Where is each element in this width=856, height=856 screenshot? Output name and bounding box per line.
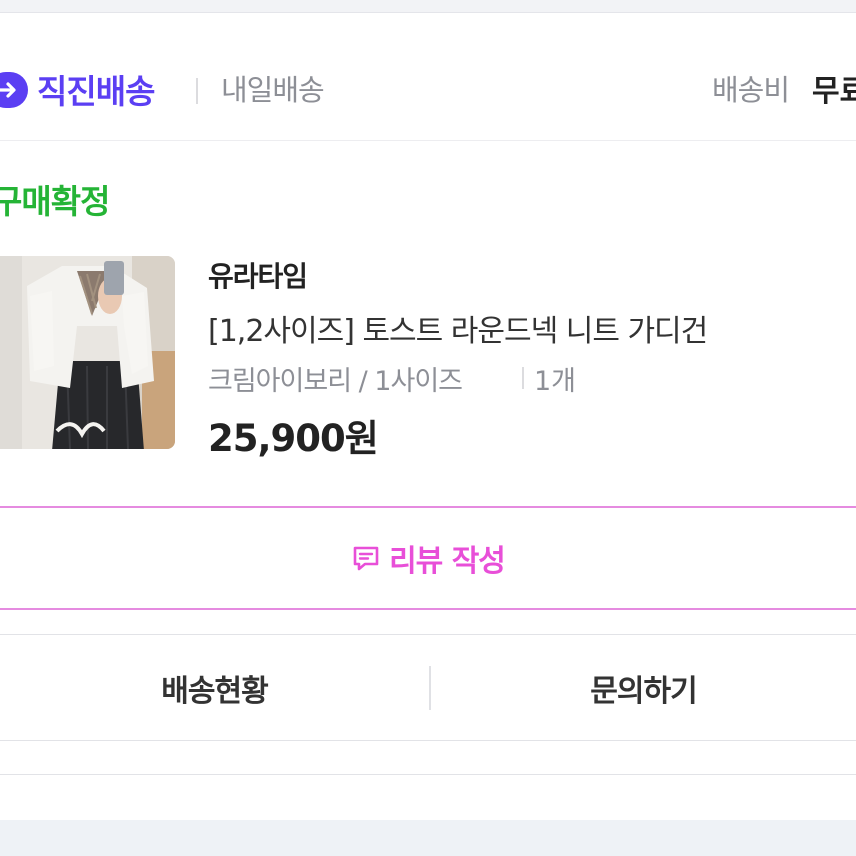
delivery-info-row: 직진배송 내일배송 배송비 무료 xyxy=(0,14,856,140)
top-spacer xyxy=(0,0,856,12)
divider xyxy=(196,78,198,104)
order-status: 구매확정 xyxy=(0,182,110,221)
divider xyxy=(522,367,524,389)
product-name[interactable]: [1,2사이즈] 토스트 라운드넥 니트 가디건 xyxy=(208,306,708,350)
product-thumbnail[interactable] xyxy=(0,256,175,449)
inquiry-button[interactable]: 문의하기 xyxy=(431,635,856,740)
shop-name[interactable]: 유라타임 xyxy=(208,255,308,295)
write-review-label: 리뷰 작성 xyxy=(389,544,506,579)
bottom-spacer xyxy=(0,820,856,856)
write-review-button[interactable]: 리뷰 작성 xyxy=(0,506,856,610)
divider xyxy=(0,140,856,141)
product-option: 크림아이보리 / 1사이즈 xyxy=(208,366,463,397)
product-quantity: 1개 xyxy=(534,366,577,397)
divider xyxy=(0,774,856,775)
order-action-row: 배송현황 문의하기 xyxy=(0,635,856,740)
shipping-fee-value: 무료 xyxy=(812,74,856,109)
product-price: 25,900원 xyxy=(208,417,379,460)
shipping-fee-label: 배송비 xyxy=(712,73,790,107)
arrow-right-circle-icon xyxy=(0,72,28,108)
divider xyxy=(0,12,856,13)
direct-delivery-badge: 직진배송 xyxy=(37,72,155,111)
message-edit-icon xyxy=(353,546,379,571)
shipping-status-button[interactable]: 배송현황 xyxy=(0,635,429,740)
tomorrow-delivery-label: 내일배송 xyxy=(221,73,325,107)
divider xyxy=(0,740,856,741)
